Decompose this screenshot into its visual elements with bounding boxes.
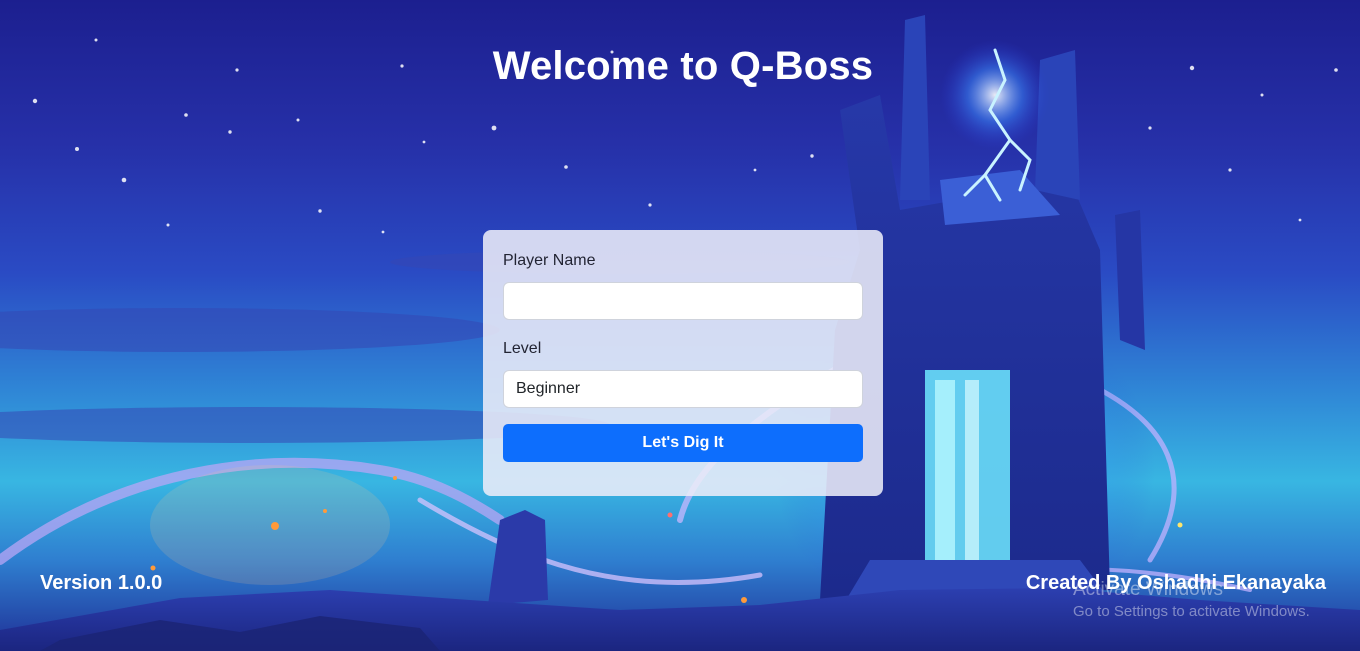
- start-game-button[interactable]: Let's Dig It: [503, 424, 863, 462]
- credit-text: Created By Oshadhi Ekanayaka: [1025, 572, 1326, 594]
- rock-spire: [488, 510, 548, 605]
- level-label: Level: [503, 340, 542, 357]
- version-text: Version 1.0.0: [40, 572, 163, 594]
- player-name-label: Player Name: [503, 252, 596, 269]
- watermark-subtitle: Go to Settings to activate Windows.: [1073, 603, 1310, 620]
- level-select[interactable]: Beginner: [503, 370, 863, 408]
- page-title: Welcome to Q-Boss: [492, 44, 874, 88]
- player-name-input[interactable]: [503, 282, 863, 320]
- player-setup-card: Player Name Level Beginner Let's Dig It: [483, 230, 883, 496]
- level-select-value: Beginner: [516, 380, 581, 397]
- app-screen: Welcome to Q-Boss Player Name Level Begi…: [0, 0, 1360, 651]
